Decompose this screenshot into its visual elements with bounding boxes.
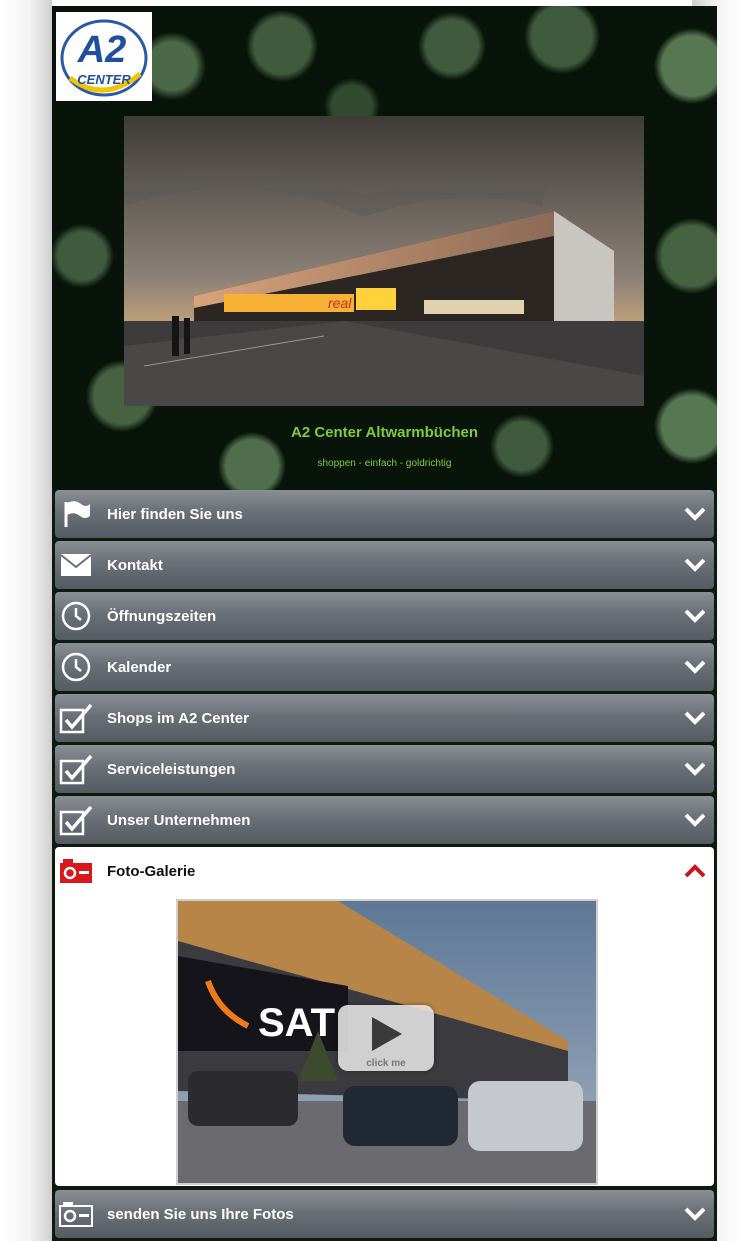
menu-item-unser-unternehmen[interactable]: Unser Unternehmen	[55, 796, 714, 844]
chevron-down-icon[interactable]	[680, 601, 710, 631]
foto-galerie-panel: SAT click me	[55, 895, 714, 1186]
menu-item-label: Kalender	[107, 658, 172, 676]
left-shadow	[0, 0, 52, 1241]
menu-item-kalender[interactable]: Kalender	[55, 643, 714, 691]
clock-icon	[59, 650, 93, 684]
menu-item-label: Unser Unternehmen	[107, 811, 251, 829]
hero-real-sign: real	[328, 295, 352, 311]
menu-item-hier-finden-sie-uns[interactable]: Hier finden Sie uns	[55, 490, 714, 538]
menu-item-label: Hier finden Sie uns	[107, 505, 243, 523]
camera-icon	[59, 854, 93, 888]
site-tagline: shoppen - einfach - goldrichtig	[317, 458, 452, 469]
menu-item-kontakt[interactable]: Kontakt	[55, 541, 714, 589]
site-title: A2 Center Altwarmbüchen	[291, 424, 478, 441]
chevron-down-icon[interactable]	[680, 754, 710, 784]
chevron-down-icon[interactable]	[680, 652, 710, 682]
play-caption: click me	[366, 1058, 406, 1069]
chevron-down-icon[interactable]	[680, 703, 710, 733]
gallery-store-sign: SAT	[258, 1001, 335, 1045]
menu-item-oeffnungszeiten[interactable]: Öffnungszeiten	[55, 592, 714, 640]
menu-item-label: Shops im A2 Center	[107, 709, 249, 727]
flag-icon	[59, 497, 93, 531]
hero-building-photo: real	[124, 116, 644, 406]
play-icon	[372, 1017, 402, 1051]
accordion-menu: Hier finden Sie uns Kontakt Öffnungszeit…	[55, 490, 714, 1241]
menu-item-senden-sie-uns-ihre-fotos[interactable]: senden Sie uns Ihre Fotos	[55, 1190, 714, 1238]
menu-item-label: senden Sie uns Ihre Fotos	[107, 1205, 294, 1223]
chevron-down-icon[interactable]	[680, 550, 710, 580]
checkbox-icon	[59, 803, 93, 837]
menu-item-label: Serviceleistungen	[107, 760, 236, 778]
menu-item-label: Öffnungszeiten	[107, 607, 217, 625]
menu-item-foto-galerie[interactable]: Foto-Galerie	[55, 847, 714, 895]
menu-item-shops[interactable]: Shops im A2 Center	[55, 694, 714, 742]
envelope-icon	[59, 548, 93, 582]
menu-item-label: Foto-Galerie	[107, 862, 196, 880]
checkbox-icon	[59, 752, 93, 786]
a2-center-logo[interactable]: A2 CENTER	[56, 12, 152, 101]
clock-icon	[59, 599, 93, 633]
camera-icon	[59, 1197, 93, 1231]
checkbox-icon	[59, 701, 93, 735]
play-button[interactable]: click me	[338, 1005, 434, 1071]
logo-a2-text: A2	[77, 29, 127, 71]
menu-item-serviceleistungen[interactable]: Serviceleistungen	[55, 745, 714, 793]
logo-center-text: CENTER	[77, 72, 131, 87]
page: A2 CENTER real A2 Center Altwarmbüchen s…	[52, 6, 717, 1241]
menu-item-label: Kontakt	[107, 556, 163, 574]
header-hero: A2 CENTER real A2 Center Altwarmbüchen s…	[52, 6, 717, 490]
gallery-video-thumbnail[interactable]: SAT click me	[176, 899, 598, 1185]
chevron-down-icon[interactable]	[680, 499, 710, 529]
chevron-down-icon[interactable]	[680, 1199, 710, 1229]
chevron-down-icon[interactable]	[680, 805, 710, 835]
chevron-up-icon[interactable]	[680, 856, 710, 886]
